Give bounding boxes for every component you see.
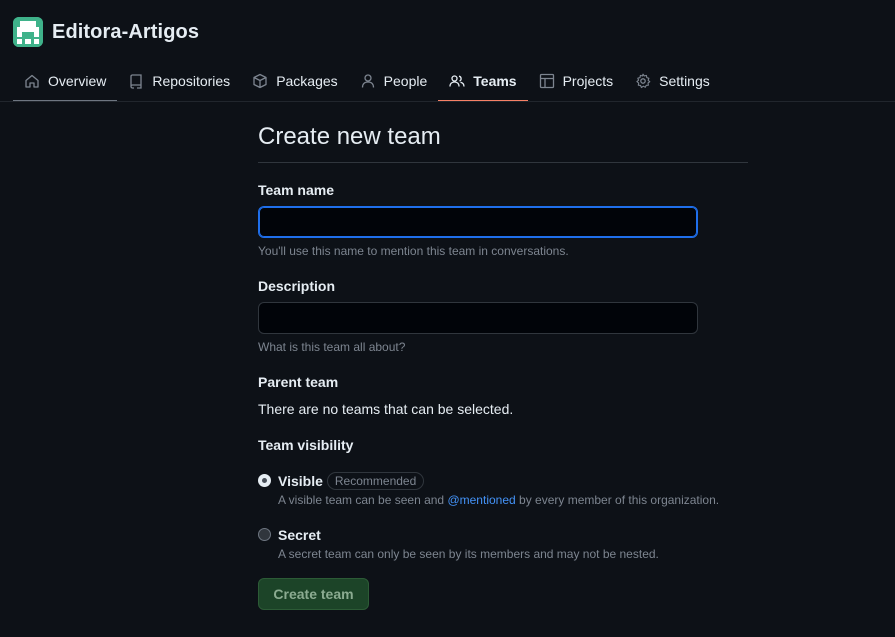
team-visibility-label: Team visibility [258,437,354,453]
visible-option-description: A visible team can be seen and @mentione… [278,493,719,507]
create-team-form: Create new team [258,118,748,163]
table-icon [539,73,555,89]
nav-overview[interactable]: Overview [13,60,118,102]
page-title: Create new team [258,123,441,150]
team-name-hint: You'll use this name to mention this tea… [258,244,569,258]
repo-icon [128,73,144,89]
parent-team-label: Parent team [258,374,339,390]
nav-repositories-label: Repositories [152,73,231,89]
org-header: Editora-Artigos [13,17,199,47]
description-label: Description [258,278,336,294]
nav-people[interactable]: People [349,60,439,102]
visible-desc-after: by every member of this organization. [515,493,720,507]
package-icon [252,73,268,89]
secret-option-title[interactable]: Secret [278,527,321,543]
visible-option: Visible Recommended [278,472,425,491]
org-nav: Overview Repositories Packages People Te… [13,60,721,102]
recommended-badge: Recommended [326,472,425,490]
nav-teams-label: Teams [473,73,517,89]
nav-projects[interactable]: Projects [528,60,625,102]
nav-projects-label: Projects [562,73,614,89]
team-name-label: Team name [258,182,334,198]
nav-overview-label: Overview [48,73,107,89]
secret-radio[interactable] [258,528,271,541]
title-divider [258,162,748,163]
nav-divider [0,101,895,102]
gear-icon [635,73,651,89]
visible-radio[interactable] [258,474,271,487]
people-icon [449,73,465,89]
mentioned-link[interactable]: @mentioned [447,493,515,507]
org-avatar[interactable] [13,17,43,47]
nav-people-label: People [383,73,428,89]
description-input[interactable] [258,302,698,334]
create-team-button[interactable]: Create team [258,578,369,610]
person-icon [360,73,376,89]
org-name[interactable]: Editora-Artigos [52,21,199,44]
nav-settings-label: Settings [659,73,710,89]
nav-settings[interactable]: Settings [624,60,721,102]
home-icon [24,73,40,89]
parent-team-empty-text: There are no teams that can be selected. [258,401,514,417]
nav-teams[interactable]: Teams [438,60,528,102]
description-hint: What is this team all about? [258,340,406,354]
nav-repositories[interactable]: Repositories [117,60,241,102]
team-name-input[interactable] [258,206,698,238]
visible-desc-before: A visible team can be seen and [278,493,448,507]
nav-packages[interactable]: Packages [241,60,348,102]
visible-option-title[interactable]: Visible [278,473,323,489]
secret-option-description: A secret team can only be seen by its me… [278,547,659,561]
nav-packages-label: Packages [276,73,338,89]
